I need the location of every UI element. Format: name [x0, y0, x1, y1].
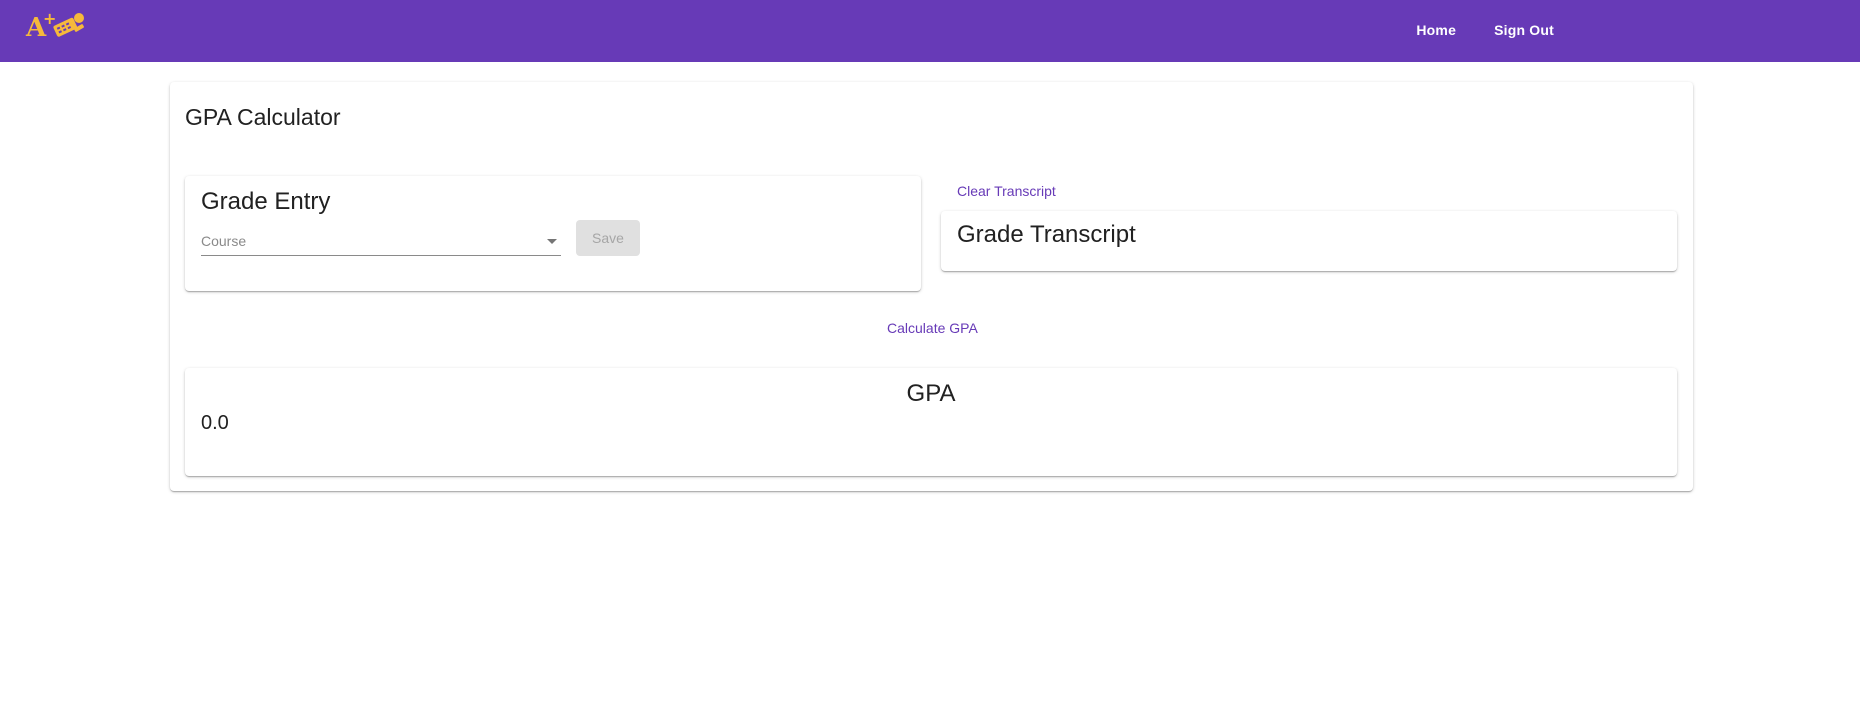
course-select[interactable]: Course: [201, 226, 561, 256]
course-select-placeholder: Course: [201, 233, 247, 249]
save-button[interactable]: Save: [576, 220, 640, 256]
grade-entry-panel: Grade Entry Course Save: [185, 176, 921, 291]
gpa-value: 0.0: [201, 412, 229, 434]
dropdown-arrow-icon: [547, 239, 557, 244]
gpa-title: GPA: [906, 380, 956, 407]
top-nav: Home Sign Out: [1410, 20, 1560, 40]
calculate-gpa-button[interactable]: Calculate GPA: [887, 320, 978, 336]
grade-entry-title: Grade Entry: [201, 188, 331, 215]
nav-sign-out-link[interactable]: Sign Out: [1488, 20, 1560, 40]
nav-home-link[interactable]: Home: [1410, 20, 1462, 40]
a-plus-calculator-logo-icon[interactable]: A +: [24, 6, 88, 42]
svg-text:+: +: [43, 9, 56, 28]
grade-transcript-title: Grade Transcript: [957, 221, 1136, 248]
grade-transcript-panel: Grade Transcript: [941, 211, 1677, 271]
top-app-bar: A + Home Sign Out: [0, 0, 1860, 62]
clear-transcript-button[interactable]: Clear Transcript: [957, 183, 1056, 199]
gpa-calculator-card: GPA Calculator Grade Entry Course Save C…: [170, 82, 1693, 491]
gpa-result-panel: GPA 0.0: [185, 368, 1677, 476]
page-title: GPA Calculator: [185, 104, 341, 130]
